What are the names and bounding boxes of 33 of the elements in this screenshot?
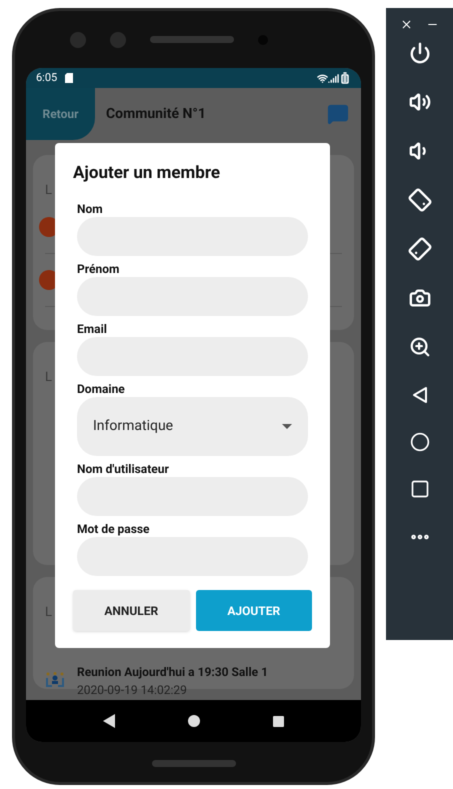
meeting-icon	[45, 672, 65, 690]
power-icon[interactable]	[408, 42, 430, 64]
rotate-left-icon[interactable]	[408, 189, 430, 211]
field-label: Email	[77, 323, 108, 336]
wifi-icon	[317, 72, 328, 84]
status-time: 6:05	[36, 70, 58, 86]
zoom-icon[interactable]	[408, 336, 430, 358]
rotate-right-icon[interactable]	[408, 238, 430, 260]
home-icon[interactable]	[410, 432, 430, 452]
close-icon[interactable]	[400, 18, 413, 31]
domain-dropdown[interactable]: Informatique	[77, 397, 308, 456]
camera-icon[interactable]	[408, 287, 430, 309]
field-label: Domaine	[77, 383, 126, 396]
overview-icon[interactable]	[410, 479, 430, 499]
camera-lens	[110, 32, 126, 48]
battery-icon	[339, 72, 351, 84]
dropdown-caret-icon	[282, 424, 292, 429]
home-icon[interactable]	[188, 715, 200, 727]
field-label: Nom d'utilisateur	[77, 463, 170, 476]
cancel-button[interactable]: ANNULER	[73, 590, 190, 631]
field-label: Mot de passe	[77, 523, 151, 536]
volume-up-icon[interactable]	[408, 91, 430, 113]
event-title: Reunion Aujourd'hui a 19:30 Salle 1	[77, 664, 268, 680]
field-label: Nom	[77, 203, 104, 216]
back-icon[interactable]	[102, 714, 115, 728]
field-label: Prénom	[77, 263, 120, 276]
sd-card-icon	[65, 73, 74, 83]
screen-title: Communité N°1	[106, 104, 206, 124]
dialog-title: Ajouter un membre	[73, 163, 222, 183]
camera-lens	[70, 32, 86, 48]
overview-icon[interactable]	[273, 716, 284, 726]
event-time: 2020-09-19 14:02:29	[77, 682, 188, 698]
signal-icon	[328, 72, 339, 84]
